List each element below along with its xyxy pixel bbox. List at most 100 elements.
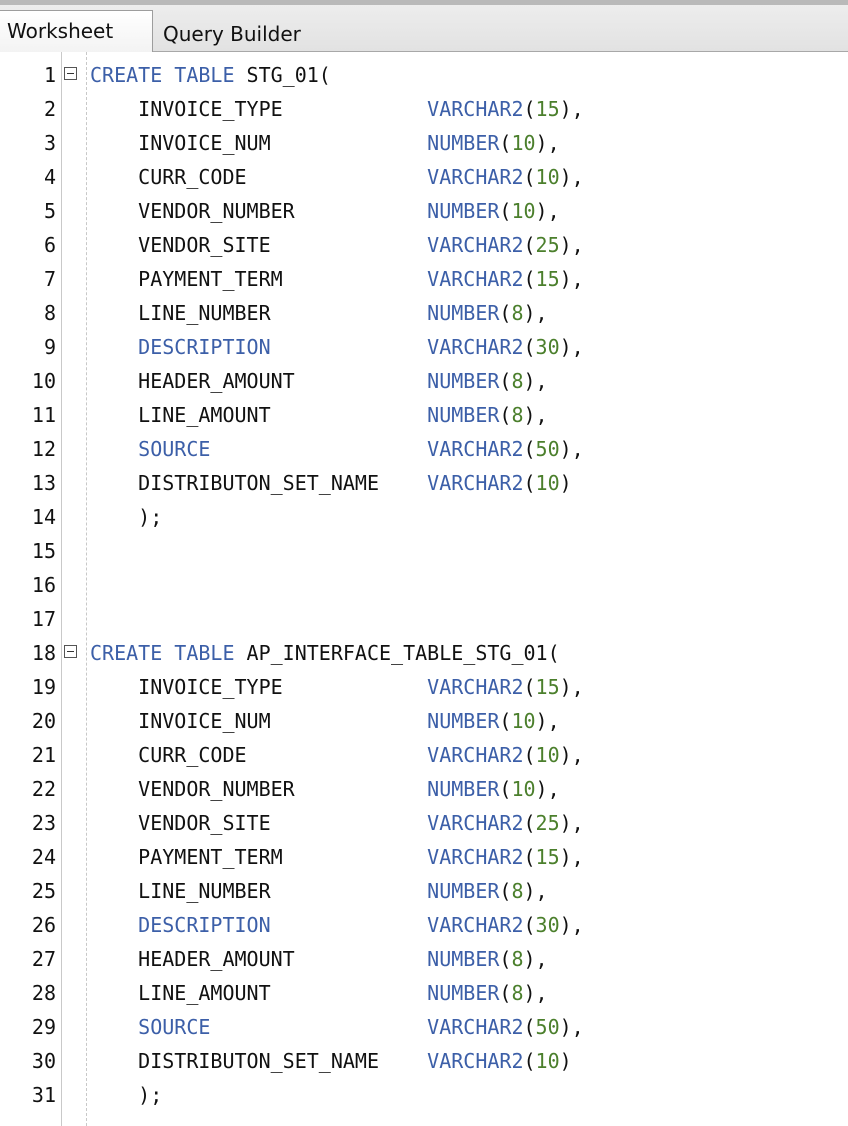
- code-line[interactable]: 1 CREATE TABLE STG_01(: [0, 58, 848, 92]
- code-line[interactable]: 12 SOURCE VARCHAR2(50),: [0, 432, 848, 466]
- sql-number: 50: [535, 437, 560, 461]
- code-line[interactable]: 7 PAYMENT_TERM VARCHAR2(15),: [0, 262, 848, 296]
- sql-keyword: SOURCE: [138, 1015, 211, 1039]
- code-text: INVOICE_TYPE VARCHAR2(15),: [90, 670, 584, 704]
- code-line[interactable]: 25 LINE_NUMBER NUMBER(8),: [0, 874, 848, 908]
- code-line[interactable]: 16: [0, 568, 848, 602]
- code-line[interactable]: 5 VENDOR_NUMBER NUMBER(10),: [0, 194, 848, 228]
- sql-text: INVOICE_NUM: [90, 709, 428, 733]
- code-line[interactable]: 17: [0, 602, 848, 636]
- code-line[interactable]: 2 INVOICE_TYPE VARCHAR2(15),: [0, 92, 848, 126]
- code-text: LINE_NUMBER NUMBER(8),: [90, 874, 547, 908]
- sql-number: 15: [535, 97, 560, 121]
- code-text: CURR_CODE VARCHAR2(10),: [90, 160, 584, 194]
- sql-text: VENDOR_SITE: [90, 233, 428, 257]
- sql-keyword: VARCHAR2: [427, 1015, 524, 1039]
- code-line[interactable]: 30 DISTRIBUTON_SET_NAME VARCHAR2(10): [0, 1044, 848, 1078]
- code-text: SOURCE VARCHAR2(50),: [90, 432, 584, 466]
- code-line[interactable]: 19 INVOICE_TYPE VARCHAR2(15),: [0, 670, 848, 704]
- sql-text: ),: [559, 267, 584, 291]
- sql-text: (: [523, 233, 536, 257]
- code-line[interactable]: 24 PAYMENT_TERM VARCHAR2(15),: [0, 840, 848, 874]
- code-line[interactable]: 8 LINE_NUMBER NUMBER(8),: [0, 296, 848, 330]
- sql-number: 10: [511, 131, 536, 155]
- code-line[interactable]: 23 VENDOR_SITE VARCHAR2(25),: [0, 806, 848, 840]
- sql-text: ),: [535, 777, 560, 801]
- code-line[interactable]: 22 VENDOR_NUMBER NUMBER(10),: [0, 772, 848, 806]
- sql-keyword: VARCHAR2: [427, 437, 524, 461]
- line-number: 12: [31, 437, 56, 461]
- code-line[interactable]: 6 VENDOR_SITE VARCHAR2(25),: [0, 228, 848, 262]
- code-line[interactable]: 18 CREATE TABLE AP_INTERFACE_TABLE_STG_01…: [0, 636, 848, 670]
- code-line[interactable]: 26 DESCRIPTION VARCHAR2(30),: [0, 908, 848, 942]
- code-line[interactable]: 20 INVOICE_NUM NUMBER(10),: [0, 704, 848, 738]
- code-line[interactable]: 29 SOURCE VARCHAR2(50),: [0, 1010, 848, 1044]
- sql-number: 8: [511, 947, 524, 971]
- sql-text: ),: [559, 335, 584, 359]
- code-text: DESCRIPTION VARCHAR2(30),: [90, 908, 584, 942]
- sql-text: ),: [523, 947, 548, 971]
- sql-keyword: VARCHAR2: [427, 267, 524, 291]
- sql-text: ),: [559, 1015, 584, 1039]
- line-number: 3: [43, 131, 56, 155]
- code-text: CURR_CODE VARCHAR2(10),: [90, 738, 584, 772]
- collapse-fold-icon[interactable]: [64, 645, 77, 658]
- sql-keyword: VARCHAR2: [427, 165, 524, 189]
- code-text: LINE_NUMBER NUMBER(8),: [90, 296, 547, 330]
- line-number: 10: [31, 369, 56, 393]
- sql-text: ),: [559, 811, 584, 835]
- sql-text: );: [90, 505, 163, 529]
- sql-text: VENDOR_NUMBER: [90, 777, 428, 801]
- sql-keyword: SOURCE: [138, 437, 211, 461]
- code-line[interactable]: 28 LINE_AMOUNT NUMBER(8),: [0, 976, 848, 1010]
- sql-keyword: NUMBER: [427, 709, 500, 733]
- line-number: 20: [31, 709, 56, 733]
- sql-number: 10: [511, 777, 536, 801]
- sql-keyword: NUMBER: [427, 369, 500, 393]
- line-number: 22: [31, 777, 56, 801]
- code-text: CREATE TABLE STG_01(: [90, 58, 331, 92]
- code-line[interactable]: 3 INVOICE_NUM NUMBER(10),: [0, 126, 848, 160]
- code-text: VENDOR_SITE VARCHAR2(25),: [90, 228, 584, 262]
- code-line[interactable]: 27 HEADER_AMOUNT NUMBER(8),: [0, 942, 848, 976]
- sql-keyword: VARCHAR2: [427, 471, 524, 495]
- line-number: 21: [31, 743, 56, 767]
- sql-text: DISTRIBUTON_SET_NAME: [90, 471, 428, 495]
- code-editor[interactable]: 1 CREATE TABLE STG_01(2 INVOICE_TYPE VARC…: [0, 52, 848, 1126]
- sql-text: (: [523, 1015, 536, 1039]
- code-line[interactable]: 14 );: [0, 500, 848, 534]
- sql-number: 30: [535, 913, 560, 937]
- line-number: 1: [43, 63, 56, 87]
- collapse-fold-icon[interactable]: [64, 67, 77, 80]
- code-text: INVOICE_TYPE VARCHAR2(15),: [90, 92, 584, 126]
- code-line[interactable]: 10 HEADER_AMOUNT NUMBER(8),: [0, 364, 848, 398]
- sql-number: 10: [535, 743, 560, 767]
- code-line[interactable]: 21 CURR_CODE VARCHAR2(10),: [0, 738, 848, 772]
- line-number: 25: [31, 879, 56, 903]
- sql-text: LINE_NUMBER: [90, 879, 428, 903]
- line-number: 23: [31, 811, 56, 835]
- tab-query-builder[interactable]: Query Builder: [156, 14, 376, 56]
- line-number: 19: [31, 675, 56, 699]
- sql-text: ),: [559, 437, 584, 461]
- sql-number: 8: [511, 369, 524, 393]
- sql-text: ),: [523, 403, 548, 427]
- line-number: 5: [43, 199, 56, 223]
- code-line[interactable]: 9 DESCRIPTION VARCHAR2(30),: [0, 330, 848, 364]
- line-number: 29: [31, 1015, 56, 1039]
- code-line[interactable]: 15: [0, 534, 848, 568]
- code-line[interactable]: 13 DISTRIBUTON_SET_NAME VARCHAR2(10): [0, 466, 848, 500]
- tab-worksheet[interactable]: Worksheet: [0, 10, 153, 52]
- code-text: PAYMENT_TERM VARCHAR2(15),: [90, 840, 584, 874]
- sql-text: ),: [523, 981, 548, 1005]
- code-line[interactable]: 31 );: [0, 1078, 848, 1112]
- sql-text: (: [499, 709, 512, 733]
- sql-text: DISTRIBUTON_SET_NAME: [90, 1049, 428, 1073]
- code-line[interactable]: 11 LINE_AMOUNT NUMBER(8),: [0, 398, 848, 432]
- sql-worksheet-window: Worksheet Query Builder 1 CREATE TABLE ST…: [0, 0, 848, 1126]
- sql-number: 25: [535, 811, 560, 835]
- code-line[interactable]: 4 CURR_CODE VARCHAR2(10),: [0, 160, 848, 194]
- line-number: 2: [43, 97, 56, 121]
